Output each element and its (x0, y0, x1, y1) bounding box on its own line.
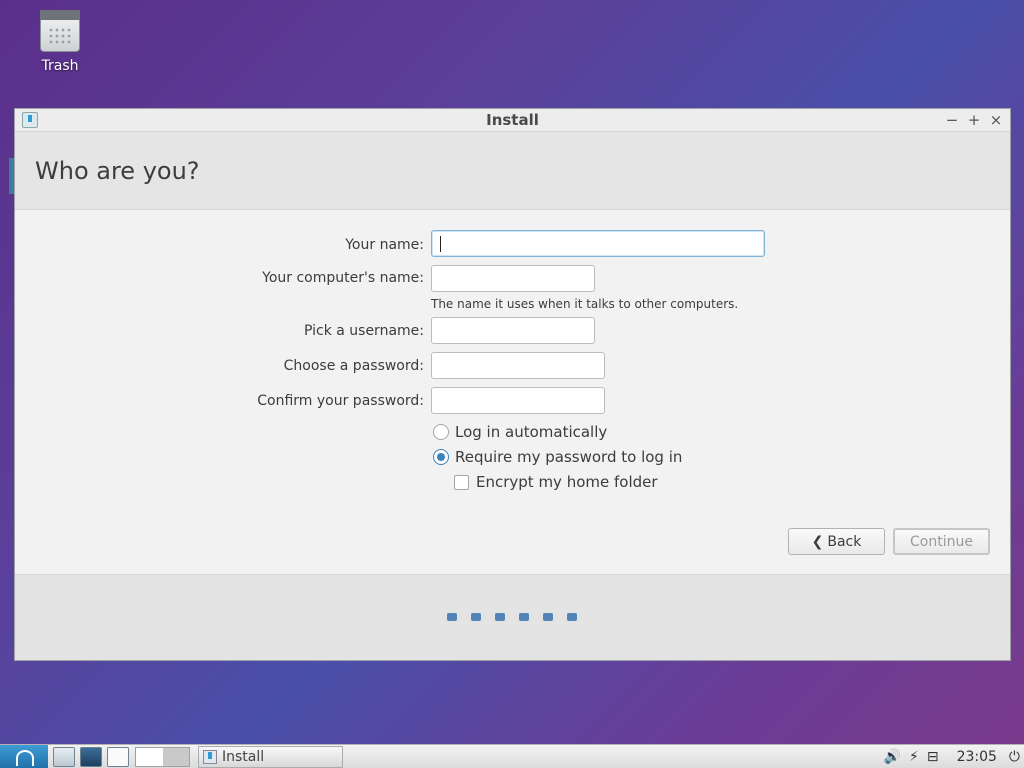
name-label: Your name: (345, 237, 424, 253)
username-label: Pick a username: (303, 323, 424, 339)
progress-dot (567, 613, 577, 621)
continue-button[interactable]: Continue (893, 528, 990, 555)
installer-task-icon (203, 749, 217, 764)
minimize-button[interactable]: − (944, 110, 960, 130)
encrypt-home-label: Encrypt my home folder (476, 473, 658, 491)
system-tray: 🔊 ⚡ ⊟ 23:05 ⏻ (880, 745, 1024, 768)
network-icon[interactable]: ⊟ (927, 749, 939, 765)
page-header: Who are you? (15, 132, 1010, 210)
installer-footer (15, 574, 1010, 660)
computer-name-hint: The name it uses when it talks to other … (431, 297, 739, 311)
progress-dot (447, 613, 457, 621)
progress-dot (543, 613, 553, 621)
page-title: Who are you? (35, 156, 200, 185)
username-field[interactable] (431, 317, 595, 344)
text-caret (440, 236, 441, 252)
start-menu-button[interactable] (0, 744, 48, 768)
installer-app-icon (22, 112, 38, 128)
trash-desktop-icon[interactable]: Trash (30, 10, 90, 74)
confirm-password-label: Confirm your password: (257, 393, 424, 409)
window-titlebar[interactable]: Install − + × (15, 109, 1010, 132)
computer-name-field[interactable] (431, 265, 595, 292)
taskbar: Install 🔊 ⚡ ⊟ 23:05 ⏻ (0, 744, 1024, 768)
settings-launcher-icon[interactable] (80, 746, 102, 767)
auto-login-label: Log in automatically (455, 423, 608, 441)
encrypt-home-checkbox[interactable] (454, 474, 469, 490)
back-button[interactable]: ❮ Back (788, 528, 885, 555)
auto-login-radio[interactable] (433, 424, 449, 440)
chevron-left-icon: ❮ (811, 533, 824, 550)
maximize-button[interactable]: + (966, 110, 982, 130)
battery-icon[interactable]: ⚡ (909, 749, 919, 765)
close-button[interactable]: × (988, 110, 1004, 130)
auto-login-option[interactable]: Log in automatically (433, 423, 607, 441)
progress-dot (519, 613, 529, 621)
progress-dots (447, 613, 577, 621)
workspace-1[interactable] (136, 747, 163, 766)
clock[interactable]: 23:05 (957, 749, 997, 765)
require-password-radio[interactable] (433, 449, 449, 465)
require-password-label: Require my password to log in (455, 448, 683, 466)
workspace-switcher[interactable] (135, 746, 190, 767)
window-title: Install (486, 111, 539, 129)
name-field[interactable] (431, 230, 765, 257)
show-desktop-icon[interactable] (107, 746, 129, 767)
computer-name-label: Your computer's name: (262, 270, 424, 286)
require-password-option[interactable]: Require my password to log in (433, 448, 682, 466)
trash-label: Trash (41, 58, 79, 74)
encrypt-home-option[interactable]: Encrypt my home folder (454, 473, 658, 491)
password-label: Choose a password: (283, 358, 424, 374)
password-field[interactable] (431, 352, 605, 379)
taskbar-item-install[interactable]: Install (198, 745, 343, 768)
progress-dot (471, 613, 481, 621)
progress-dot (495, 613, 505, 621)
workspace-2[interactable] (162, 747, 189, 766)
volume-icon[interactable]: 🔊 (884, 749, 901, 765)
installer-window: Install − + × Who are you? Your name: Yo… (14, 108, 1011, 661)
power-icon[interactable]: ⏻ (1009, 749, 1020, 765)
file-manager-icon[interactable] (53, 746, 75, 767)
confirm-password-field[interactable] (431, 387, 605, 414)
trash-icon (40, 10, 80, 52)
